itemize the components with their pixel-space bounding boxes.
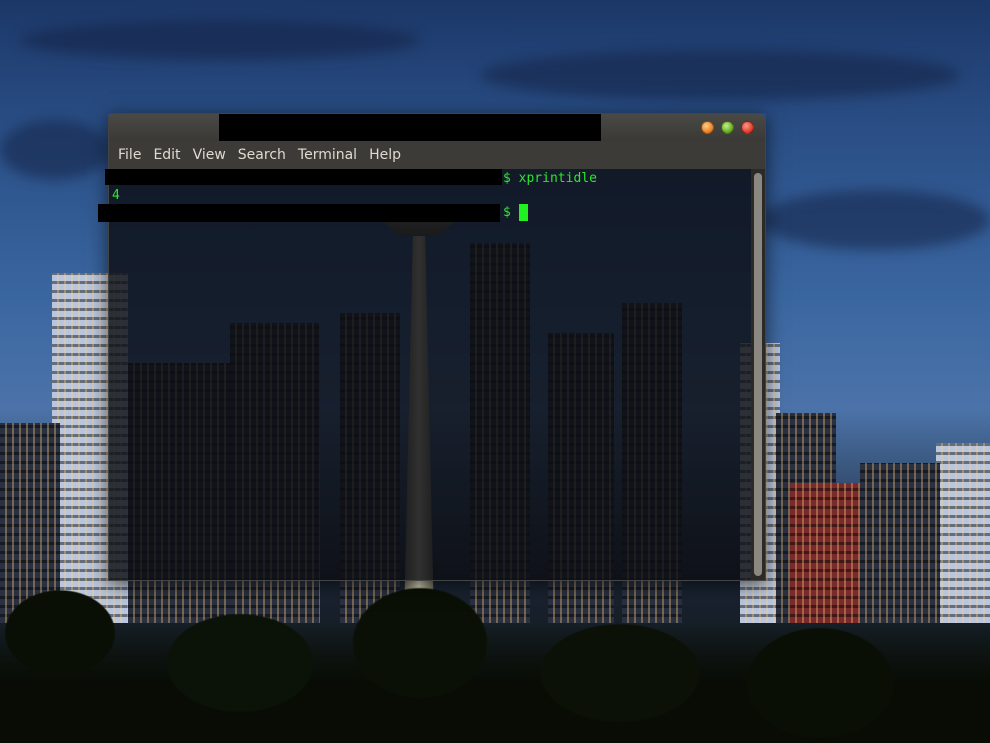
- command-output: 4: [112, 188, 120, 203]
- menu-terminal[interactable]: Terminal: [292, 141, 363, 169]
- menu-bar: File Edit View Search Terminal Help: [109, 141, 765, 169]
- menu-view[interactable]: View: [187, 141, 232, 169]
- text-cursor: [519, 204, 528, 221]
- cloud: [480, 50, 960, 100]
- menu-search[interactable]: Search: [232, 141, 292, 169]
- command-line: $ xprintidle: [503, 171, 597, 186]
- redacted-title: [219, 114, 601, 141]
- redacted-prompt: [98, 204, 500, 222]
- menu-edit[interactable]: Edit: [147, 141, 186, 169]
- title-bar[interactable]: [109, 114, 765, 141]
- desktop-wallpaper: File Edit View Search Terminal Help $ xp…: [0, 0, 990, 743]
- close-icon[interactable]: [741, 121, 754, 134]
- cloud: [760, 190, 990, 250]
- menu-help[interactable]: Help: [363, 141, 407, 169]
- cloud: [20, 20, 420, 60]
- scrollbar[interactable]: [751, 169, 765, 580]
- terminal-output[interactable]: $ xprintidle 4 $: [109, 169, 751, 580]
- scrollbar-thumb[interactable]: [754, 173, 762, 576]
- maximize-icon[interactable]: [721, 121, 734, 134]
- redacted-prompt: [105, 169, 502, 185]
- menu-file[interactable]: File: [112, 141, 147, 169]
- minimize-icon[interactable]: [701, 121, 714, 134]
- shell-prompt: $: [503, 205, 511, 220]
- cloud: [0, 120, 110, 180]
